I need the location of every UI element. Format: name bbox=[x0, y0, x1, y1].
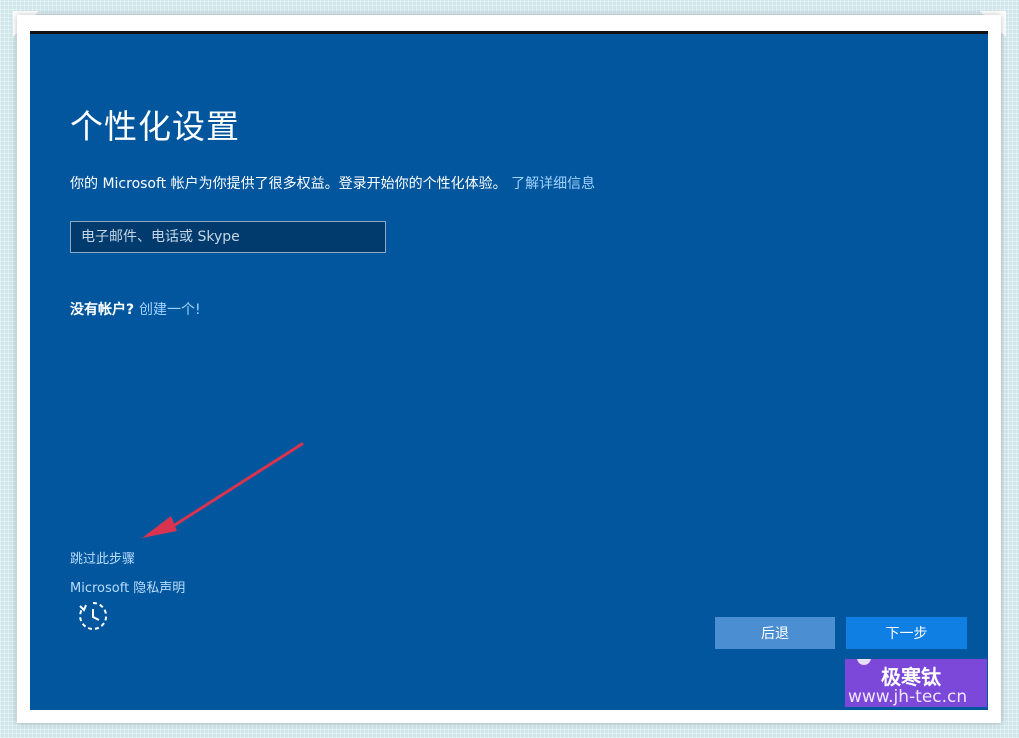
ease-of-access-icon[interactable] bbox=[77, 600, 109, 632]
no-account-label: 没有帐户? bbox=[70, 302, 135, 318]
next-button[interactable]: 下一步 bbox=[846, 617, 967, 649]
ease-of-access-glyph bbox=[79, 601, 108, 630]
watermark: 极寒钛 www.jh-tec.cn bbox=[845, 659, 987, 707]
privacy-statement-link[interactable]: Microsoft 隐私声明 bbox=[70, 577, 185, 596]
oobe-screen: 个性化设置 你的 Microsoft 帐户为你提供了很多权益。登录开始你的个性化… bbox=[30, 31, 988, 710]
skip-step-link[interactable]: 跳过此步骤 bbox=[70, 548, 135, 567]
page-title: 个性化设置 bbox=[70, 107, 240, 146]
email-phone-skype-input[interactable] bbox=[70, 221, 386, 253]
back-button[interactable]: 后退 bbox=[715, 617, 835, 649]
watermark-name: 极寒钛 bbox=[881, 665, 941, 689]
watermark-url: www.jh-tec.cn bbox=[848, 687, 968, 707]
watermark-logo-circle bbox=[857, 659, 871, 665]
learn-more-link[interactable]: 了解详细信息 bbox=[511, 176, 595, 192]
create-account-link[interactable]: 创建一个! bbox=[139, 302, 201, 318]
description-text: 你的 Microsoft 帐户为你提供了很多权益。登录开始你的个性化体验。 bbox=[70, 176, 507, 192]
description: 你的 Microsoft 帐户为你提供了很多权益。登录开始你的个性化体验。 了解… bbox=[70, 173, 595, 193]
no-account-row: 没有帐户? 创建一个! bbox=[70, 299, 201, 319]
